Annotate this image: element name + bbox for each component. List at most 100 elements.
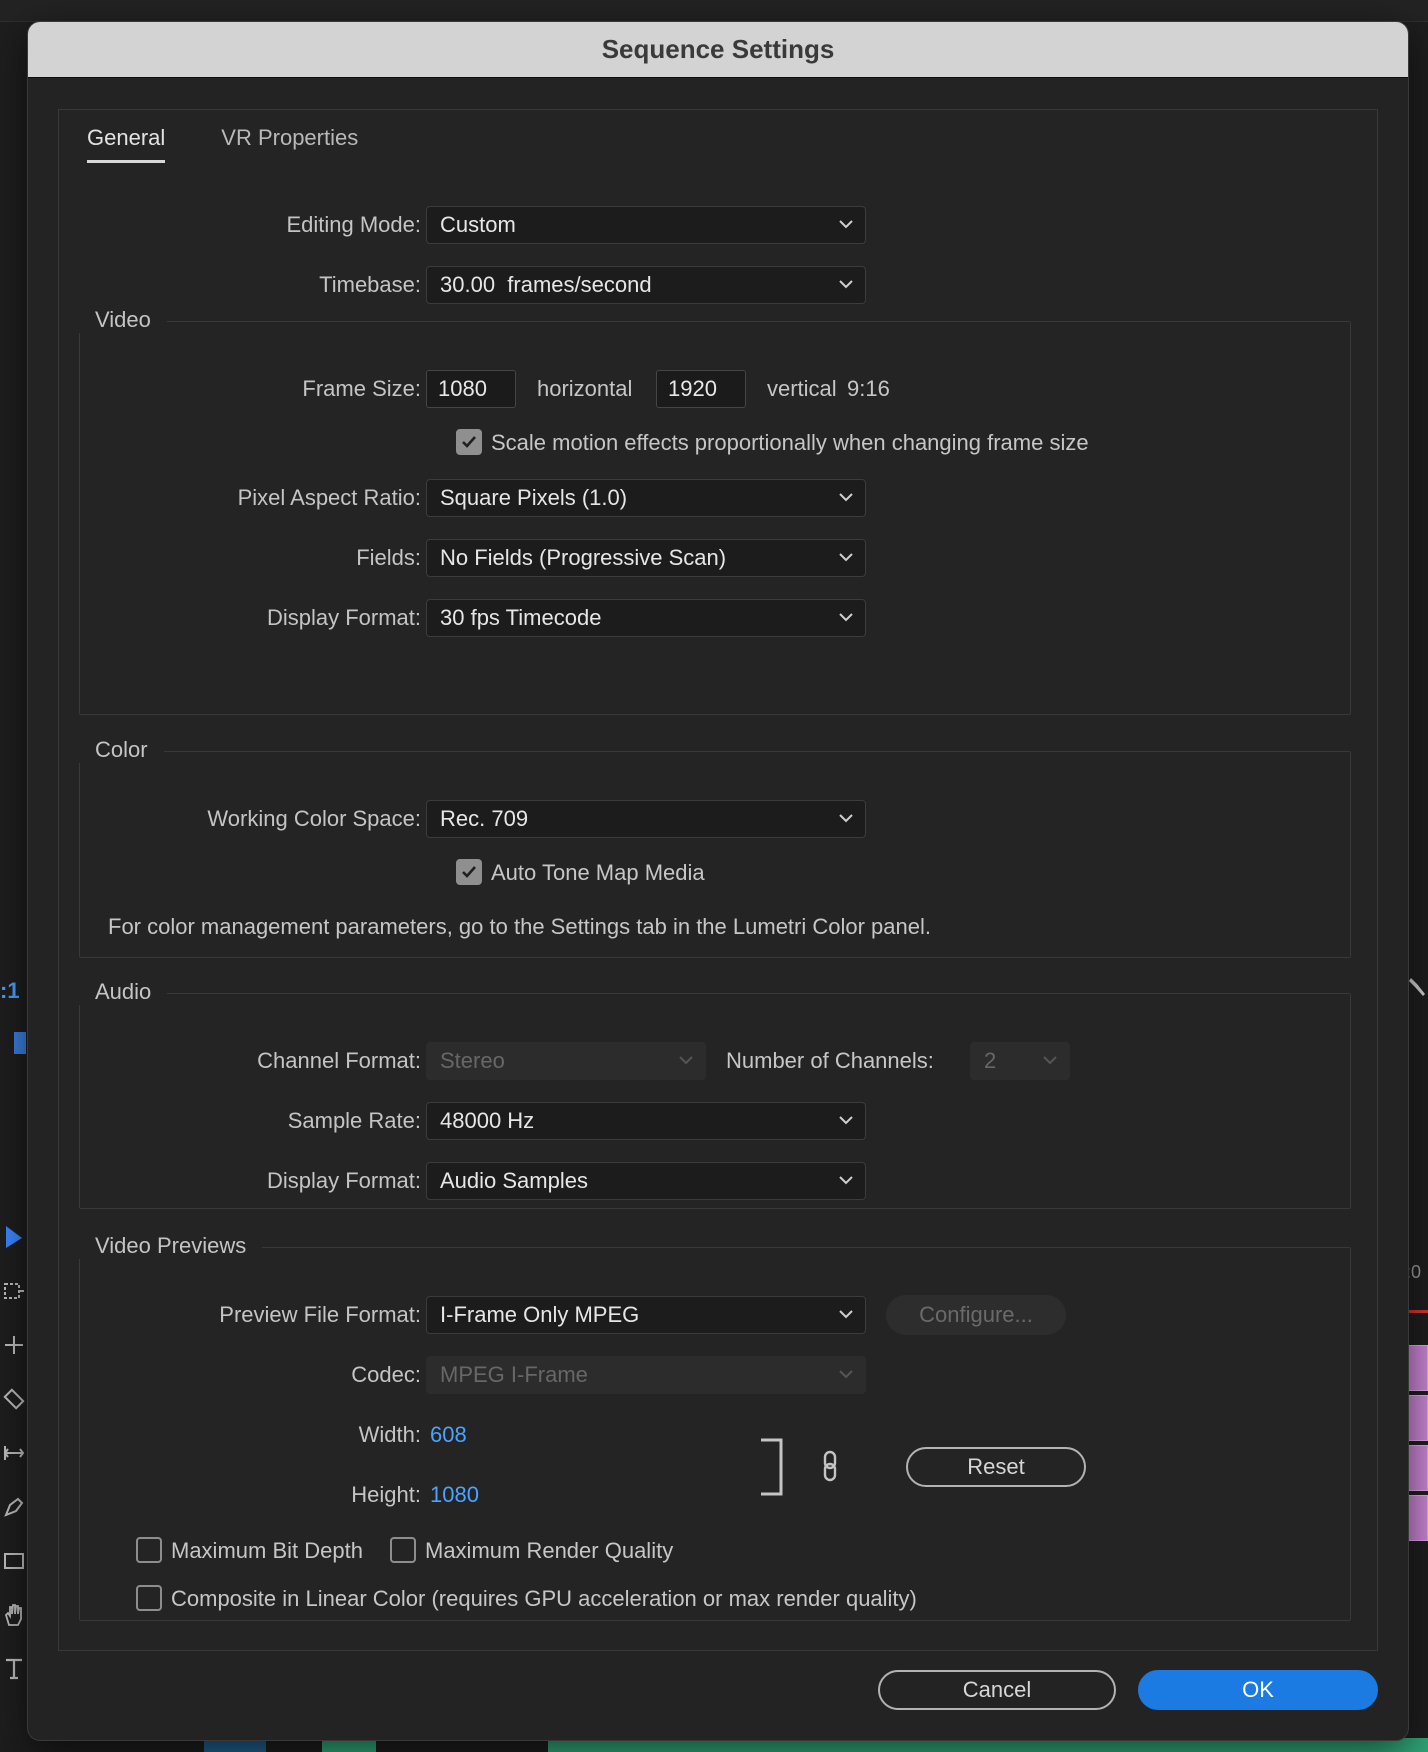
channel-format-select[interactable]: Stereo [426, 1042, 706, 1080]
horizontal-label: horizontal [537, 376, 633, 401]
height-label-box: Height: [59, 1476, 421, 1514]
channel-format-label-box: Channel Format: [59, 1042, 421, 1080]
max-bit-depth-label: Maximum Bit Depth [171, 1538, 363, 1563]
height-label: Height: [351, 1482, 421, 1507]
max-render-quality-checkbox[interactable] [390, 1537, 416, 1563]
sample-rate-select[interactable]: 48000 Hz [426, 1102, 866, 1140]
audio-waveform-clip[interactable] [548, 1738, 1428, 1752]
fields-label: Fields: [356, 545, 421, 570]
channel-format-label: Channel Format: [257, 1048, 421, 1073]
configure-button[interactable]: Configure... [886, 1295, 1066, 1335]
timeline-clip[interactable] [1408, 1345, 1428, 1391]
chevron-down-icon [839, 1310, 853, 1319]
ok-button[interactable]: OK [1138, 1670, 1378, 1710]
chevron-down-icon [839, 553, 853, 562]
app-top-bar [0, 0, 1428, 22]
frame-width-input[interactable]: 1080 [426, 370, 516, 408]
chevron-down-icon [839, 1176, 853, 1185]
ripple-edit-tool-icon[interactable] [0, 1318, 28, 1372]
linear-color-label: Composite in Linear Color (requires GPU … [171, 1586, 917, 1611]
working-color-space-select[interactable]: Rec. 709 [426, 800, 866, 838]
working-color-space-label: Working Color Space: [207, 806, 421, 831]
track-select-tool-icon[interactable] [0, 1264, 28, 1318]
reset-button[interactable]: Reset [906, 1447, 1086, 1487]
linear-color-checkbox[interactable] [136, 1585, 162, 1611]
preview-file-format-value: I-Frame Only MPEG [440, 1302, 640, 1327]
video-previews-group-title: Video Previews [79, 1233, 263, 1259]
audio-clip[interactable] [204, 1738, 266, 1752]
tab-bar: General VR Properties [87, 124, 358, 164]
ruler-time-label: :0 [1406, 1262, 1422, 1282]
chevron-down-icon [839, 220, 853, 229]
sample-rate-label-box: Sample Rate: [59, 1102, 421, 1140]
timeline-clip[interactable] [1408, 1495, 1428, 1541]
type-tool-icon[interactable] [0, 1642, 28, 1696]
timebase-select[interactable]: 30.00 frames/second [426, 266, 866, 304]
chevron-down-icon [839, 814, 853, 823]
audio-clip[interactable] [322, 1738, 376, 1752]
audio-group-title: Audio [79, 979, 168, 1005]
working-color-space-value: Rec. 709 [440, 806, 529, 831]
preview-file-format-select[interactable]: I-Frame Only MPEG [426, 1296, 866, 1334]
frame-height-input[interactable]: 1920 [656, 370, 746, 408]
pen-tool-icon[interactable] [0, 1480, 28, 1534]
hand-tool-icon[interactable] [0, 1588, 28, 1642]
rectangle-tool-icon[interactable] [0, 1534, 28, 1588]
editing-mode-label-box: Editing Mode: [59, 206, 421, 244]
chevron-down-icon [839, 493, 853, 502]
fields-value: No Fields (Progressive Scan) [440, 545, 727, 570]
aspect-ratio-readout: 9:16 [847, 376, 890, 401]
wrench-icon[interactable] [1408, 976, 1428, 1004]
audio-display-format-select[interactable]: Audio Samples [426, 1162, 866, 1200]
editing-mode-value: Custom [440, 212, 516, 237]
chevron-down-icon [839, 1116, 853, 1125]
frame-size-label-box: Frame Size: [59, 370, 421, 408]
chain-link-icon[interactable] [821, 1450, 839, 1482]
link-bracket-icon [761, 1438, 783, 1496]
preview-file-format-label: Preview File Format: [219, 1302, 421, 1327]
auto-tone-map-checkbox[interactable] [456, 859, 482, 885]
frame-size-label: Frame Size: [302, 376, 421, 401]
auto-tone-map-label: Auto Tone Map Media [491, 860, 705, 885]
max-bit-depth-checkbox[interactable] [136, 1537, 162, 1563]
cancel-button[interactable]: Cancel [878, 1670, 1116, 1710]
number-of-channels-value: 2 [984, 1048, 997, 1073]
chevron-down-icon [839, 613, 853, 622]
vertical-label: vertical [767, 376, 837, 401]
channel-format-value: Stereo [440, 1048, 505, 1073]
checkmark-icon [462, 866, 476, 878]
chevron-down-icon [839, 280, 853, 289]
selection-tool-icon[interactable] [0, 1210, 28, 1264]
scale-motion-checkbox[interactable] [456, 429, 482, 455]
razor-tool-icon[interactable] [0, 1372, 28, 1426]
timeline-clip[interactable] [1408, 1395, 1428, 1441]
pixel-aspect-select[interactable]: Square Pixels (1.0) [426, 479, 866, 517]
chevron-down-icon [1043, 1056, 1057, 1065]
timebase-value: 30.00 frames/second [440, 272, 652, 297]
video-display-format-label: Display Format: [266, 605, 421, 630]
tab-vr-properties[interactable]: VR Properties [221, 124, 358, 164]
slip-tool-icon[interactable] [0, 1426, 28, 1480]
preview-height-value[interactable]: 1080 [430, 1482, 479, 1508]
timebase-label-box: Timebase: [59, 266, 421, 304]
codec-select[interactable]: MPEG I-Frame [426, 1356, 866, 1394]
color-management-note: For color management parameters, go to t… [108, 914, 931, 939]
color-group-title: Color [79, 737, 164, 763]
max-render-quality-label: Maximum Render Quality [425, 1538, 674, 1563]
tab-general[interactable]: General [87, 124, 166, 164]
number-of-channels-select[interactable]: 2 [970, 1042, 1070, 1080]
timebase-label: Timebase: [319, 272, 421, 297]
width-label-box: Width: [59, 1416, 421, 1454]
fields-label-box: Fields: [59, 539, 421, 577]
timeline-clip[interactable] [1408, 1445, 1428, 1491]
work-area-bar [1406, 1310, 1428, 1313]
video-display-format-select[interactable]: 30 fps Timecode [426, 599, 866, 637]
chevron-down-icon [679, 1056, 693, 1065]
fields-select[interactable]: No Fields (Progressive Scan) [426, 539, 866, 577]
sample-rate-label: Sample Rate: [287, 1108, 421, 1133]
editing-mode-select[interactable]: Custom [426, 206, 866, 244]
preview-width-value[interactable]: 608 [430, 1422, 467, 1448]
dialog-titlebar: Sequence Settings [28, 22, 1408, 78]
audio-display-format-value: Audio Samples [440, 1168, 588, 1193]
app-right-panel [1406, 22, 1428, 1752]
